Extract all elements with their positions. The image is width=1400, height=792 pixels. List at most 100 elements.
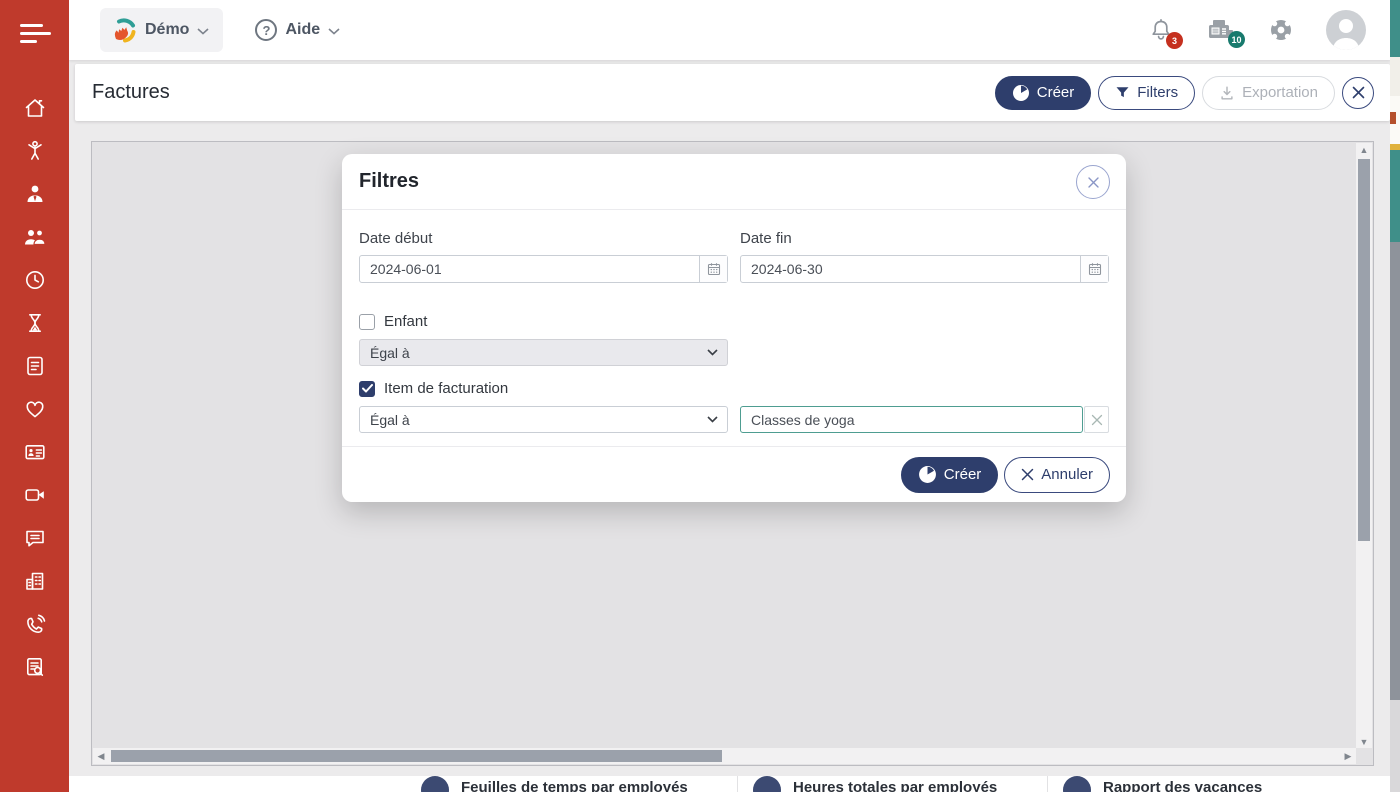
export-button-label: Exportation [1242,84,1318,101]
list-item[interactable]: Feuilles de temps par employés [421,776,688,792]
report-label: Rapport des vacances [1103,776,1262,792]
child-operator-select[interactable]: Égal à [359,339,728,366]
messages-count-badge: 10 [1228,31,1245,48]
child-icon [23,139,47,163]
dialog-header: Filtres [342,154,1126,210]
sidebar-item-organization[interactable] [22,569,48,593]
billing-item-operator-select[interactable]: Égal à [359,406,728,433]
scroll-left-arrow[interactable]: ◀ [93,750,109,763]
download-icon [1219,85,1235,101]
apply-filters-button[interactable]: Créer [901,457,999,493]
billing-item-operator-value: Égal à [370,412,410,428]
sidebar-item-waitlist[interactable] [22,311,48,335]
sidebar-item-families[interactable] [22,225,48,249]
billing-item-value-input[interactable] [740,406,1083,433]
support-button[interactable] [1268,17,1294,43]
report-icon [421,776,449,792]
chevron-down-icon [707,416,718,423]
topbar-actions: 3 10 [1148,0,1366,60]
billing-item-value-wrap [740,406,1109,433]
clock-icon [23,268,47,292]
close-page-button[interactable] [1342,77,1374,109]
sidebar-item-children[interactable] [22,139,48,163]
list-item[interactable]: Heures totales par employés [753,776,997,792]
messages-button[interactable]: 10 [1206,17,1236,43]
avatar[interactable] [1326,10,1366,50]
calendar-icon [1088,262,1102,276]
close-icon [1087,176,1100,189]
date-start-label: Date début [359,230,728,247]
notification-count-badge: 3 [1166,32,1183,49]
report-icon [23,655,47,679]
chevron-down-icon [328,28,340,35]
page-actions: Créer Filters Exportation [995,76,1374,110]
sidebar-item-video[interactable] [22,483,48,507]
child-operator-value: Égal à [370,345,410,361]
report-icon [753,776,781,792]
sidebar-item-reports[interactable] [22,655,48,679]
divider [1047,776,1048,792]
people-icon [22,225,48,249]
calendar-picker-button[interactable] [1080,256,1108,282]
help-icon: ? [255,19,277,41]
report-icon [1063,776,1091,792]
notifications-button[interactable]: 3 [1148,16,1174,44]
dialog-footer: Créer Annuler [342,446,1126,502]
pie-icon [1012,84,1030,102]
apply-filters-label: Créer [944,466,982,483]
billing-item-filter-checkbox[interactable] [359,381,375,397]
sidebar-item-messages[interactable] [22,526,48,550]
scroll-down-arrow[interactable]: ▼ [1356,735,1372,748]
cancel-filters-button[interactable]: Annuler [1004,457,1110,493]
create-button[interactable]: Créer [995,76,1092,110]
report-label: Heures totales par employés [793,776,997,792]
filters-button[interactable]: Filters [1098,76,1195,110]
help-menu[interactable]: ? Aide [245,8,350,52]
child-filter-checkbox[interactable] [359,314,375,330]
list-item[interactable]: Rapport des vacances [1063,776,1262,792]
sidebar-item-health[interactable] [22,397,48,421]
horizontal-scroll-thumb[interactable] [111,750,722,762]
org-switcher[interactable]: Démo [100,8,223,52]
sidebar-item-contacts[interactable] [22,440,48,464]
home-icon [23,96,47,120]
vertical-scrollbar: ▲ ▼ [1356,143,1372,748]
scroll-right-arrow[interactable]: ▶ [1340,750,1356,763]
clear-value-button[interactable] [1084,406,1109,433]
child-filter-label: Enfant [384,313,427,330]
building-icon [23,569,47,593]
close-dialog-button[interactable] [1076,165,1110,199]
horizontal-scrollbar: ◀ ▶ [93,748,1356,764]
export-button[interactable]: Exportation [1202,76,1335,110]
check-icon [362,384,373,393]
create-button-label: Créer [1037,84,1075,101]
sidebar-item-attendance[interactable] [22,268,48,292]
calendar-icon [707,262,721,276]
page-title: Factures [92,81,170,104]
menu-icon[interactable] [20,24,54,46]
date-end-input[interactable] [741,256,1080,282]
sidebar [0,0,69,792]
page-header: Factures Créer Filters Exportation [75,64,1390,121]
vertical-scroll-thumb[interactable] [1358,159,1370,541]
video-camera-icon [23,483,47,507]
scroll-up-arrow[interactable]: ▲ [1356,143,1372,156]
sidebar-nav [0,96,69,679]
date-end-field-wrap [740,255,1109,283]
sidebar-item-calls[interactable] [22,612,48,636]
filters-button-label: Filters [1137,84,1178,101]
dialog-title: Filtres [359,170,419,193]
help-label: Aide [285,21,320,39]
sidebar-item-billing[interactable] [22,354,48,378]
sidebar-item-educators[interactable] [22,182,48,206]
calendar-picker-button[interactable] [699,256,727,282]
clear-icon [1091,414,1103,426]
sidebar-item-home[interactable] [22,96,48,120]
close-icon [1021,468,1034,481]
chevron-down-icon [197,28,209,35]
date-start-field-wrap [359,255,728,283]
date-start-input[interactable] [360,256,699,282]
topbar: Démo ? Aide 3 [69,0,1390,60]
report-label: Feuilles de temps par employés [461,776,688,792]
educator-icon [23,182,47,206]
